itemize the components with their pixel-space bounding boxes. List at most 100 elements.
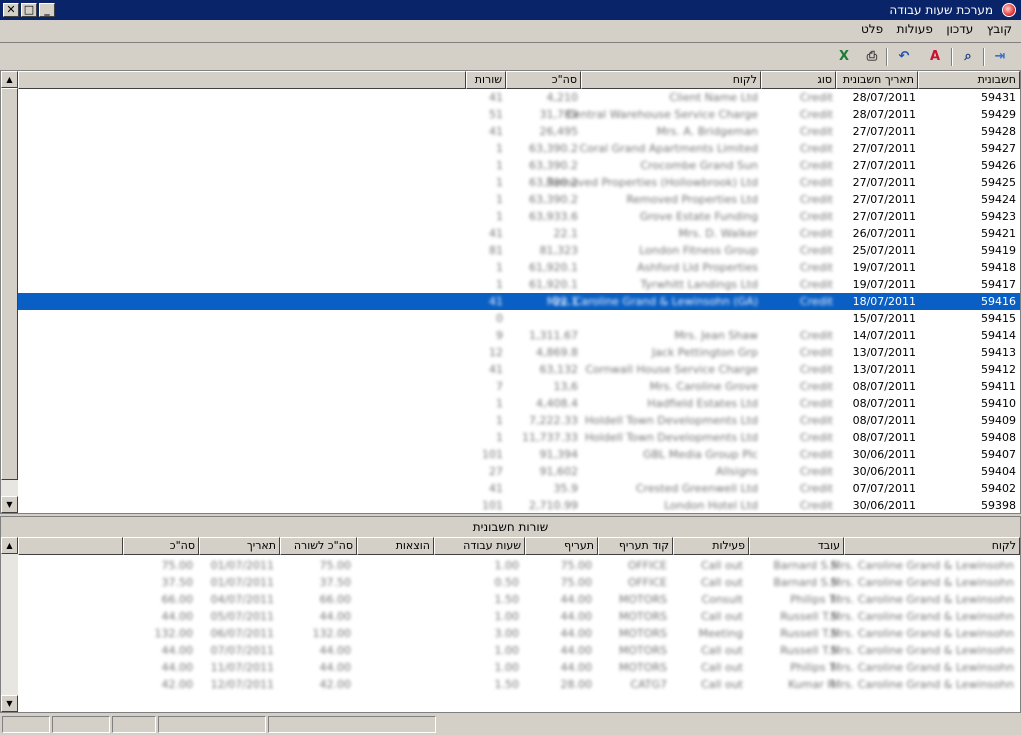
invoice-row[interactable]: 59409 08/07/2011 Credit Holdell Town Develo… [18,412,1020,429]
invoice-cell-lines: 1 [496,159,503,172]
lines-col-header[interactable]: עובד [749,537,844,555]
undo-icon[interactable]: ↶ [893,47,915,67]
invoice-line-row[interactable]: Mrs. Caroline Grand & Lewinsohn Barnard S… [18,557,1020,574]
invoice-row[interactable]: 59398 30/06/2011 Credit London Hotel Ltd 2,7… [18,497,1020,514]
invoice-row[interactable]: 59423 27/07/2011 Credit Grove Estate Fundin… [18,208,1020,225]
invoice-row[interactable]: 59429 28/07/2011 Credit Central Warehouse S… [18,106,1020,123]
lines-col-header[interactable]: תאריך [199,537,280,555]
invoice-row[interactable]: 59421 26/07/2011 Credit Mrs. D. Walker 22.1 4… [18,225,1020,242]
invoice-cell-date: 19/07/2011 [852,278,916,291]
invoice-cell-customer: GBL Media Group Plc [643,448,758,461]
status-pane-1 [2,716,50,733]
menu-file[interactable]: קובץ [982,20,1017,38]
invoice-row[interactable]: 59414 14/07/2011 Credit Mrs. Jean Shaw 1,311… [18,327,1020,344]
invoice-row[interactable]: 59419 25/07/2011 Credit London Fitness Grou… [18,242,1020,259]
lines-col-header[interactable]: סה"כ לשורה [280,537,357,555]
invoice-row[interactable]: 59427 27/07/2011 Credit Coral Grand Apartme… [18,140,1020,157]
invoices-col-header[interactable]: סה"כ [506,71,581,89]
invoice-line-row[interactable]: Mrs. Caroline Grand & Lewinsohn Philips T… [18,591,1020,608]
invoice-row[interactable]: 59424 27/07/2011 Credit Removed Properties … [18,191,1020,208]
invoice-cell-number: 59426 [981,159,1016,172]
menu-update[interactable]: עדכון [941,20,978,38]
invoices-col-header[interactable]: סוג [761,71,836,89]
scroll-up-button[interactable]: ▲ [1,71,18,88]
invoice-line-row[interactable]: Mrs. Caroline Grand & Lewinsohn Kumar R. C… [18,676,1020,693]
menu-output[interactable]: פלט [856,20,888,38]
lines-scroll-down-button[interactable]: ▼ [1,695,18,712]
invoice-row[interactable]: 59416 18/07/2011 Credit Mrs. Caroline Grand… [18,293,1020,310]
line-cell-hours: 1.00 [494,661,520,674]
invoice-row[interactable]: 59407 30/06/2011 Credit GBL Media Group Plc… [18,446,1020,463]
invoice-row[interactable]: 59426 27/07/2011 Credit Crocombe Grand Sun 6… [18,157,1020,174]
invoice-row[interactable]: 59410 08/07/2011 Credit Hadfield Estates Lt… [18,395,1020,412]
invoice-cell-total: 61,920.1 [529,278,578,291]
lines-col-header[interactable]: פעילות [673,537,749,555]
lines-col-header[interactable]: סה"כ [123,537,199,555]
invoice-cell-customer: Tyrwhitt Landings Ltd [640,278,758,291]
invoice-line-row[interactable]: Mrs. Caroline Grand & Lewinsohn Russell T… [18,625,1020,642]
invoices-col-header[interactable]: תאריך חשבונית [836,71,918,89]
lines-scrollbar[interactable]: ▲ ▼ [1,537,18,712]
lines-scroll-up-button[interactable]: ▲ [1,537,18,554]
invoice-line-row[interactable]: Mrs. Caroline Grand & Lewinsohn Barnard S… [18,574,1020,591]
invoice-row[interactable]: 59431 28/07/2011 Credit Client Name Ltd 4,21… [18,89,1020,106]
invoice-row[interactable]: 59404 30/06/2011 Credit Allsigns 91,602 27 [18,463,1020,480]
lines-col-header[interactable]: קוד תעריף [598,537,673,555]
invoice-cell-lines: 41 [489,363,503,376]
minimize-button[interactable]: _ [39,3,55,17]
close-button[interactable]: ✕ [3,3,19,17]
invoice-row[interactable]: 59412 13/07/2011 Credit Cornwall House Serv… [18,361,1020,378]
invoice-row[interactable]: 59415 15/07/2011 0 [18,310,1020,327]
exit-icon[interactable]: ⇥ [989,47,1011,67]
line-cell-date: 01/07/2011 [210,559,274,572]
invoice-row[interactable]: 59413 13/07/2011 Credit Jack Pettington Grp… [18,344,1020,361]
excel-icon[interactable]: X [833,47,855,67]
invoice-cell-type: Credit [799,210,833,223]
invoice-line-row[interactable]: Mrs. Caroline Grand & Lewinsohn Russell T… [18,642,1020,659]
invoice-cell-date: 27/07/2011 [852,193,916,206]
invoice-line-row[interactable]: Mrs. Caroline Grand & Lewinsohn Russell T… [18,608,1020,625]
invoices-col-header[interactable]: חשבונית [918,71,1020,89]
invoice-row[interactable]: 59411 08/07/2011 Credit Mrs. Caroline Grove… [18,378,1020,395]
line-cell-rate: 44.00 [560,610,593,623]
pdf-icon[interactable]: A [924,47,946,67]
invoice-row[interactable]: 59428 27/07/2011 Credit Mrs. A. Bridgeman 26… [18,123,1020,140]
status-pane-3 [112,716,156,733]
invoice-cell-total: 26,495 [539,125,579,138]
binoculars-icon[interactable]: ⌕ [957,47,979,67]
invoice-cell-total: 31,789 [539,108,579,121]
print-icon[interactable]: ⎙ [861,47,883,67]
invoice-row[interactable]: 59425 27/07/2011 Credit Removed Properties … [18,174,1020,191]
lines-col-header[interactable]: הוצאות [357,537,434,555]
invoice-cell-total: 63,390.2 [529,142,578,155]
invoice-cell-customer: Crested Greenwell Ltd [635,482,758,495]
lines-col-header[interactable]: לקוח [844,537,1020,555]
invoices-col-header[interactable]: לקוח [581,71,761,89]
scroll-down-button[interactable]: ▼ [1,496,18,513]
invoice-line-row[interactable]: Mrs. Caroline Grand & Lewinsohn Philips T… [18,659,1020,676]
invoice-lines-title: שורות חשבונית [1,517,1020,537]
scroll-thumb[interactable] [1,88,18,480]
invoice-cell-date: 27/07/2011 [852,142,916,155]
menu-actions[interactable]: פעולות [892,20,938,38]
line-cell-activity: Consult [701,593,743,606]
invoice-row[interactable]: 59418 19/07/2011 Credit Ashford Lld Propert… [18,259,1020,276]
lines-col-header[interactable]: תעריף [525,537,598,555]
invoices-col-header[interactable]: שורות [466,71,506,89]
invoice-row[interactable]: 59417 19/07/2011 Credit Tyrwhitt Landings L… [18,276,1020,293]
invoice-cell-total: 91,394 [539,448,579,461]
line-cell-customer: Mrs. Caroline Grand & Lewinsohn [831,593,1014,606]
line-cell-rate_code: MOTORS [618,644,667,657]
invoice-row[interactable]: 59408 08/07/2011 Credit Holdell Town Develo… [18,429,1020,446]
invoice-cell-customer: Mrs. D. Walker [678,227,758,240]
line-cell-rate: 75.00 [560,559,593,572]
line-cell-customer: Mrs. Caroline Grand & Lewinsohn [831,644,1014,657]
invoice-cell-date: 27/07/2011 [852,125,916,138]
lines-col-header[interactable]: שעות עבודה [434,537,525,555]
invoice-cell-lines: 1 [496,210,503,223]
maximize-button[interactable]: □ [21,3,37,17]
invoice-cell-type: Credit [799,499,833,512]
invoices-scrollbar[interactable]: ▲ ▼ [1,71,18,513]
line-cell-rate: 44.00 [560,593,593,606]
invoice-row[interactable]: 59402 07/07/2011 Credit Crested Greenwell L… [18,480,1020,497]
